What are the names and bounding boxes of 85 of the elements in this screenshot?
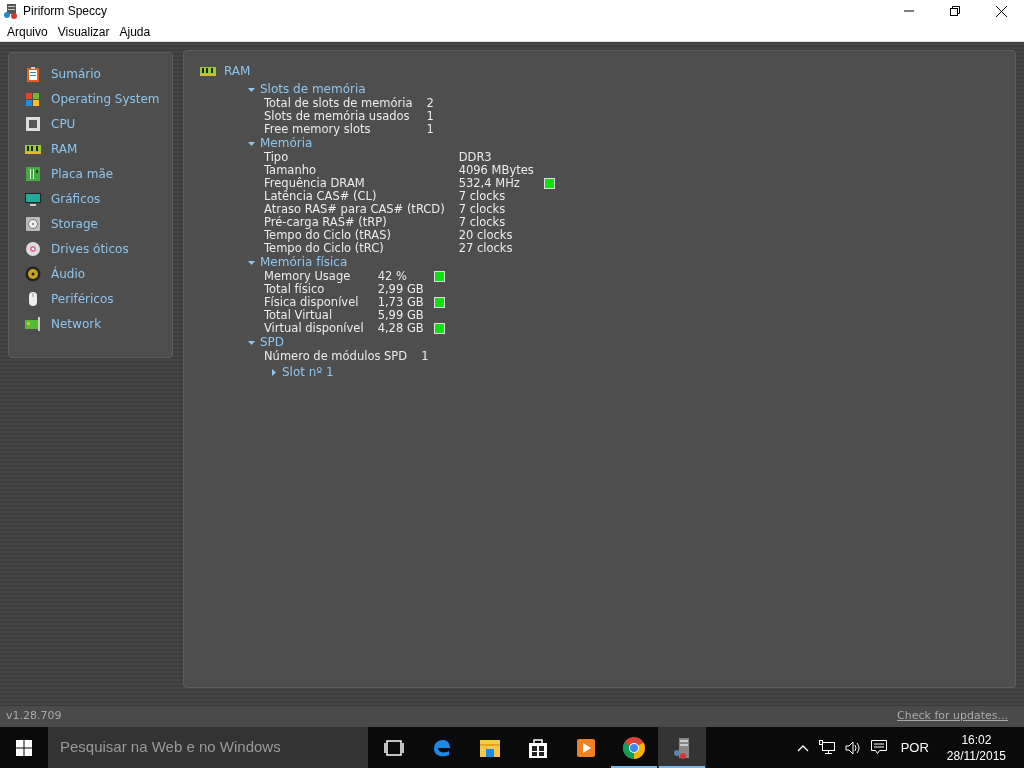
sidebar-item[interactable]: Operating System (25, 86, 172, 111)
property-value: 27 clocks (457, 242, 514, 255)
volume-icon[interactable] (844, 740, 861, 755)
clock-date[interactable]: 28/11/2015 (946, 747, 1006, 764)
group-header[interactable]: Memória (248, 136, 313, 151)
monitor-icon (25, 190, 41, 207)
property-value: 7 clocks (457, 190, 507, 203)
property-value: 42 % (376, 270, 408, 283)
windows-logo-icon (16, 739, 32, 756)
section-title: RAM (224, 64, 251, 78)
property-label: Slots de memória usados (264, 110, 411, 123)
property-value: 2 (425, 97, 434, 110)
tree-node[interactable]: Slot nº 1 (264, 365, 334, 380)
property-value: 1 (425, 123, 434, 136)
language-indicator[interactable]: POR (900, 737, 929, 758)
sidebar-item[interactable]: Sumário (25, 61, 172, 86)
window-title: Piriform Speccy (23, 3, 108, 20)
property-value: 5,99 GB (376, 309, 424, 322)
property-label: Latência CAS# (CL) (264, 190, 378, 203)
caret-icon (248, 259, 255, 266)
sidebar-item[interactable]: Network (25, 311, 172, 336)
app-logo-icon (3, 3, 19, 19)
caret-icon (248, 86, 255, 93)
sidebar-item[interactable]: Drives óticos (25, 236, 172, 261)
property-value: 1,73 GB (376, 296, 424, 309)
property-value: 20 clocks (457, 229, 514, 242)
sidebar-item[interactable]: Gráficos (25, 186, 172, 211)
property-value: 4096 MBytes (457, 164, 534, 177)
clock-time[interactable]: 16:02 (961, 731, 992, 748)
update-link[interactable]: Check for updates... (897, 708, 1008, 725)
clipboard-icon (25, 65, 41, 82)
group-header[interactable]: Slots de memória (248, 82, 366, 97)
property-value: DDR3 (457, 151, 493, 164)
property-value: 7 clocks (457, 216, 507, 229)
property-value: 532,4 MHz (457, 177, 520, 190)
windows-flag-icon (25, 90, 41, 107)
property-label: Física disponível (264, 296, 360, 309)
property-value: 1 (425, 110, 434, 123)
taskbar-app[interactable] (658, 727, 706, 768)
sidebar-item[interactable]: RAM (25, 136, 172, 161)
caret-icon (270, 369, 277, 376)
menu-item[interactable]: Ajuda (114, 22, 156, 41)
property-label: Atraso RAS# para CAS# (tRCD) (264, 203, 445, 216)
property-value: 1 (420, 350, 429, 363)
property-label: Tempo do Ciclo (tRC) (264, 242, 385, 255)
speaker-icon (25, 265, 41, 282)
sidebar-item[interactable]: Placa mãe (25, 161, 172, 186)
caret-icon (248, 140, 255, 147)
search-field[interactable]: Pesquisar na Web e no Windows (48, 727, 368, 768)
property-value: 2,99 GB (376, 283, 424, 296)
sidebar-item[interactable]: Áudio (25, 261, 172, 286)
disc-icon (25, 240, 41, 257)
property-value: 7 clocks (457, 203, 507, 216)
sidebar-item[interactable]: CPU (25, 111, 172, 136)
caret-icon (248, 339, 255, 346)
property-label: Frequência DRAM (264, 177, 365, 190)
notification-icon[interactable] (870, 740, 887, 755)
property-label: Virtual disponível (264, 322, 364, 335)
group-header[interactable]: SPD (248, 335, 285, 350)
property-label: Tempo do Ciclo (tRAS) (264, 229, 392, 242)
property-label: Pré-carga RAS# (tRP) (264, 216, 387, 229)
chevron-up-icon[interactable] (796, 743, 809, 752)
property-label: Tipo (264, 151, 290, 164)
version-label: v1.28.709 (6, 708, 62, 725)
circuit-board-icon (25, 165, 41, 182)
network-icon[interactable] (818, 740, 835, 755)
sidebar-item[interactable]: Periféricos (25, 286, 172, 311)
group-header[interactable]: Memória física (248, 255, 348, 270)
property-label: Memory Usage (264, 270, 352, 283)
network-card-icon (25, 315, 41, 332)
property-label: Número de módulos SPD (264, 350, 408, 363)
chrome-browser-icon (622, 735, 646, 760)
property-label: Total de slots de memória (264, 97, 413, 110)
property-label: Total Virtual (264, 309, 333, 322)
menu-item[interactable]: Visualizar (52, 22, 115, 41)
sidebar-item[interactable]: Storage (25, 211, 172, 236)
menu-item[interactable]: Arquivo (2, 22, 53, 41)
property-label: Tamanho (264, 164, 318, 177)
hard-drive-icon (25, 215, 41, 232)
close-icon (995, 5, 1007, 17)
property-label: Total físico (264, 283, 325, 296)
restore-icon (950, 6, 960, 16)
property-label: Free memory slots (264, 123, 372, 136)
chip-icon (25, 115, 41, 132)
property-value: 4,28 GB (376, 322, 424, 335)
